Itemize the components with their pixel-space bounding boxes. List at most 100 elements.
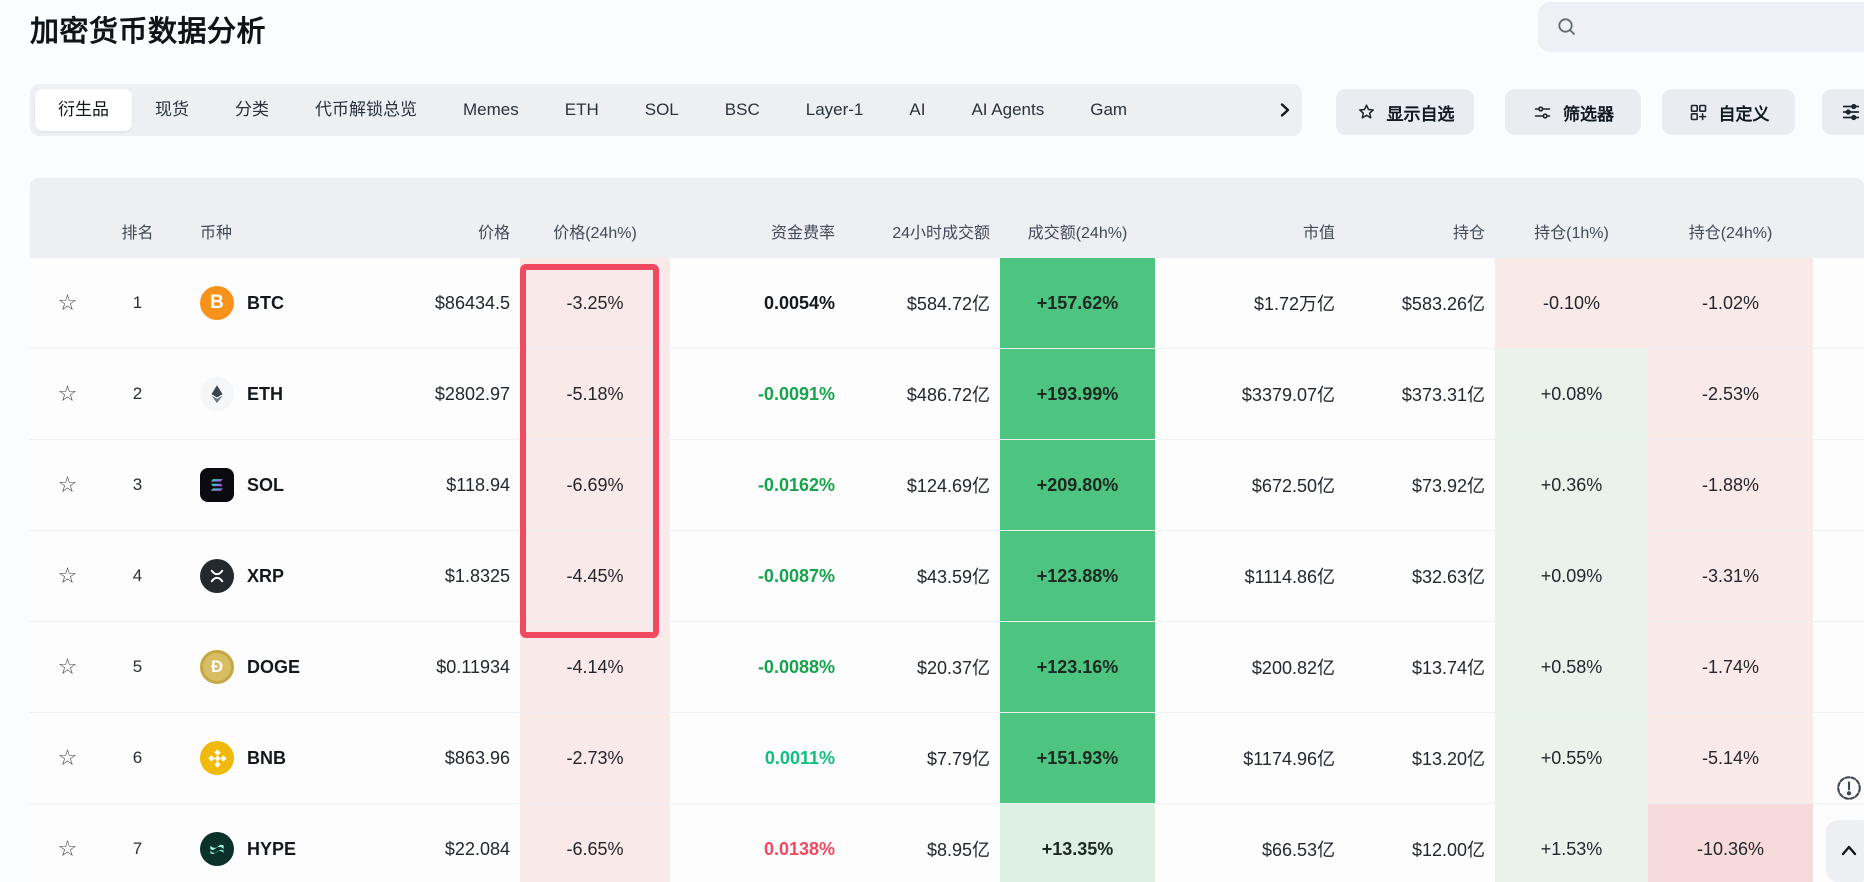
xrp-coin-icon (200, 559, 234, 593)
tab-现货[interactable]: 现货 (132, 89, 212, 131)
table-row-SOL[interactable]: ☆3SOL$118.94-6.69%-0.0162%$124.69亿+209.8… (30, 440, 1864, 531)
favorite-star-icon[interactable]: ☆ (30, 713, 105, 803)
tab-Memes[interactable]: Memes (440, 89, 542, 131)
favorite-star-icon[interactable]: ☆ (30, 531, 105, 621)
funding-rate-value: -0.0087% (670, 531, 845, 621)
column-header[interactable]: 24小时成交额 (845, 219, 1000, 258)
coin-symbol: XRP (247, 566, 284, 587)
column-header[interactable]: 持仓(24h%) (1648, 219, 1813, 258)
volume-24h-value: $584.72亿 (845, 258, 1000, 348)
btc-coin-icon: B (200, 286, 234, 320)
volume-change-24h-value: +193.99% (1000, 349, 1155, 439)
column-header[interactable]: 成交额(24h%) (1000, 219, 1155, 258)
favorite-star-icon[interactable]: ☆ (30, 440, 105, 530)
star-icon (1356, 102, 1377, 123)
coin-symbol: BNB (247, 748, 286, 769)
tab-衍生品[interactable]: 衍生品 (35, 89, 132, 131)
tab-ETH[interactable]: ETH (542, 89, 622, 131)
price-change-24h-value: -2.73% (520, 713, 670, 803)
rank-value: 2 (105, 349, 170, 439)
table-row-XRP[interactable]: ☆4XRP$1.8325-4.45%-0.0087%$43.59亿+123.88… (30, 531, 1864, 622)
coin-cell[interactable]: ÐDOGE (170, 622, 350, 712)
funding-rate-value: 0.0054% (670, 258, 845, 348)
coin-cell[interactable]: BNB (170, 713, 350, 803)
coin-cell[interactable]: XRP (170, 531, 350, 621)
funding-rate-value: -0.0091% (670, 349, 845, 439)
show-favorites-label: 显示自选 (1387, 100, 1455, 125)
tab-分类[interactable]: 分类 (212, 89, 292, 131)
column-header[interactable]: 币种 (170, 219, 350, 258)
open-interest-1h-value: +0.58% (1495, 622, 1648, 712)
tab-SOL[interactable]: SOL (622, 89, 702, 131)
market-cap-value: $672.50亿 (1155, 440, 1345, 530)
market-cap-value: $1174.96亿 (1155, 713, 1345, 803)
bnb-coin-icon (200, 741, 234, 775)
favorite-star-icon[interactable]: ☆ (30, 622, 105, 712)
open-interest-1h-value: +0.36% (1495, 440, 1648, 530)
price-value: $86434.5 (350, 258, 520, 348)
open-interest-value: $583.26亿 (1345, 258, 1495, 348)
page-title: 加密货币数据分析 (30, 8, 266, 50)
tab-AI Agents[interactable]: AI Agents (948, 89, 1067, 131)
price-value: $863.96 (350, 713, 520, 803)
tab-Layer-1[interactable]: Layer-1 (783, 89, 887, 131)
column-settings-button[interactable] (1822, 89, 1864, 135)
tab-bar: 衍生品现货分类代币解锁总览MemesETHSOLBSCLayer-1AIAI A… (30, 84, 1302, 136)
favorite-star-icon[interactable]: ☆ (30, 349, 105, 439)
rank-value: 6 (105, 713, 170, 803)
tab-AI[interactable]: AI (886, 89, 948, 131)
table-row-DOGE[interactable]: ☆5ÐDOGE$0.11934-4.14%-0.0088%$20.37亿+123… (30, 622, 1864, 713)
open-interest-24h-value: -3.31% (1648, 531, 1813, 621)
scroll-to-top-button[interactable] (1826, 820, 1864, 882)
sol-coin-icon (200, 468, 234, 502)
tab-Gam[interactable]: Gam (1067, 89, 1150, 131)
filter-label: 筛选器 (1563, 100, 1614, 125)
filter-button[interactable]: 筛选器 (1505, 89, 1641, 135)
open-interest-value: $12.00亿 (1345, 804, 1495, 882)
open-interest-24h-value: -10.36% (1648, 804, 1813, 882)
show-favorites-button[interactable]: 显示自选 (1336, 89, 1474, 135)
column-header[interactable]: 资金费率 (670, 219, 845, 258)
price-change-24h-value: -3.25% (520, 258, 670, 348)
table-row-BNB[interactable]: ☆6BNB$863.96-2.73%0.0011%$7.79亿+151.93%$… (30, 713, 1864, 804)
coin-cell[interactable]: BBTC (170, 258, 350, 348)
price-change-24h-value: -4.14% (520, 622, 670, 712)
open-interest-value: $373.31亿 (1345, 349, 1495, 439)
column-header[interactable]: 排名 (105, 219, 170, 258)
tab-代币解锁总览[interactable]: 代币解锁总览 (292, 89, 440, 131)
customize-button[interactable]: 自定义 (1662, 89, 1795, 135)
table-body: ☆1BBTC$86434.5-3.25%0.0054%$584.72亿+157.… (30, 258, 1864, 882)
rank-value: 7 (105, 804, 170, 882)
column-header[interactable]: 市值 (1155, 219, 1345, 258)
open-interest-1h-value: +1.53% (1495, 804, 1648, 882)
filter-sliders-icon (1532, 102, 1553, 123)
table-row-BTC[interactable]: ☆1BBTC$86434.5-3.25%0.0054%$584.72亿+157.… (30, 258, 1864, 349)
table-header-row: 排名币种价格价格(24h%)资金费率24小时成交额成交额(24h%)市值持仓持仓… (30, 178, 1864, 258)
table-row-ETH[interactable]: ☆2ETH$2802.97-5.18%-0.0091%$486.72亿+193.… (30, 349, 1864, 440)
search-icon (1555, 15, 1579, 39)
volume-change-24h-value: +13.35% (1000, 804, 1155, 882)
coin-cell[interactable]: SOL (170, 440, 350, 530)
column-header[interactable]: 价格 (350, 219, 520, 258)
gear-badge-icon[interactable] (1831, 770, 1864, 806)
funding-rate-value: 0.0011% (670, 713, 845, 803)
favorite-star-icon[interactable]: ☆ (30, 258, 105, 348)
market-cap-value: $200.82亿 (1155, 622, 1345, 712)
column-header[interactable]: 持仓(1h%) (1495, 219, 1648, 258)
open-interest-24h-value: -1.88% (1648, 440, 1813, 530)
search-input[interactable] (1538, 2, 1864, 52)
coin-cell[interactable]: ETH (170, 349, 350, 439)
rank-value: 3 (105, 440, 170, 530)
column-header[interactable]: 价格(24h%) (520, 219, 670, 258)
volume-24h-value: $20.37亿 (845, 622, 1000, 712)
coin-cell[interactable]: HYPE (170, 804, 350, 882)
favorite-star-icon[interactable]: ☆ (30, 804, 105, 882)
column-header[interactable]: 持仓 (1345, 219, 1495, 258)
chevron-right-icon[interactable] (1270, 84, 1300, 136)
rank-value: 5 (105, 622, 170, 712)
tab-BSC[interactable]: BSC (702, 89, 783, 131)
table-row-HYPE[interactable]: ☆7HYPE$22.084-6.65%0.0138%$8.95亿+13.35%$… (30, 804, 1864, 882)
volume-24h-value: $43.59亿 (845, 531, 1000, 621)
funding-rate-value: 0.0138% (670, 804, 845, 882)
volume-24h-value: $124.69亿 (845, 440, 1000, 530)
